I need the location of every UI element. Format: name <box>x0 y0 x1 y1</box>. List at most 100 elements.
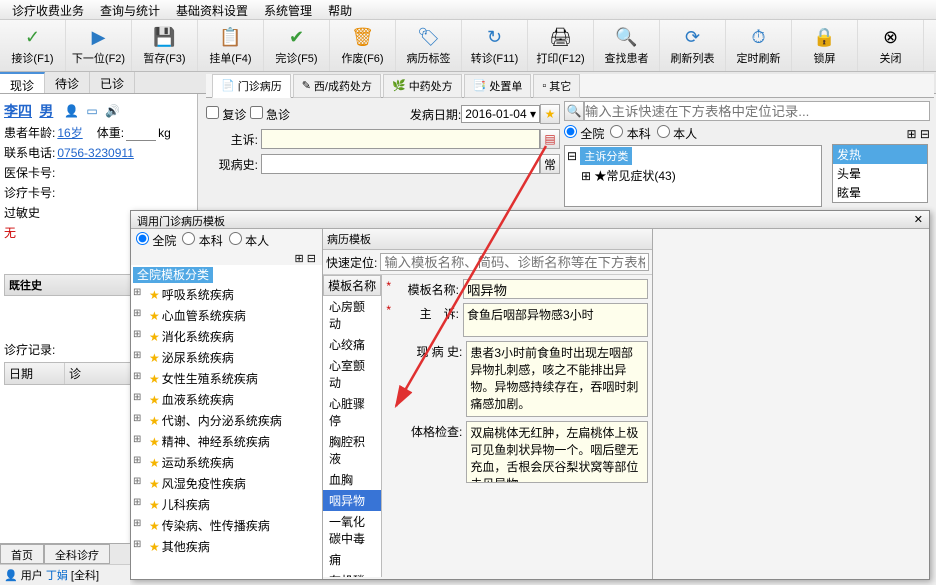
onset-label: 发病日期: <box>410 106 461 123</box>
template-item[interactable]: 血胸 <box>323 469 381 490</box>
toolbar-button[interactable]: 🏷病历标签 <box>396 20 462 71</box>
search-icon[interactable]: 🔍 <box>564 101 584 121</box>
menu-item[interactable]: 基础资料设置 <box>168 2 256 17</box>
toolbar-button[interactable]: 🗑作废(F6) <box>330 20 396 71</box>
toolbar-button[interactable]: 📋挂单(F4) <box>198 20 264 71</box>
tab-current[interactable]: 现诊 <box>0 72 45 93</box>
toolbar-button[interactable]: 🔍查找患者 <box>594 20 660 71</box>
category-item[interactable]: ★代谢、内分泌系统疾病 <box>131 410 322 431</box>
toolbar-icon: 📋 <box>219 26 243 50</box>
menu-item[interactable]: 诊疗收费业务 <box>4 2 92 17</box>
template-item[interactable]: 痈 <box>323 549 381 570</box>
urgent-checkbox[interactable]: 急诊 <box>250 106 290 123</box>
toolbar-button[interactable]: ▶下一位(F2) <box>66 20 132 71</box>
tree-toggle[interactable]: ⊞ ⊟ <box>131 252 322 265</box>
quickloc-input[interactable] <box>380 253 649 271</box>
toolbar-button[interactable]: 💾暂存(F3) <box>132 20 198 71</box>
quick-search-input[interactable] <box>584 101 930 121</box>
record-tab[interactable]: ✎西/成药处方 <box>293 74 381 98</box>
tab-dept[interactable]: 全科诊疗 <box>44 544 110 564</box>
dlg-scope-all[interactable]: 全院 <box>136 232 176 249</box>
expand-button[interactable]: ▤ <box>540 129 560 149</box>
col-date[interactable]: 日期 <box>5 363 65 384</box>
star-button[interactable]: ★ <box>540 104 560 124</box>
template-item[interactable]: 心脏骤停 <box>323 393 381 431</box>
tree-root-node[interactable]: 全院模板分类 <box>133 267 213 283</box>
tab-home[interactable]: 首页 <box>0 544 44 564</box>
template-item[interactable]: 一氧化碳中毒 <box>323 511 381 549</box>
col-template-name[interactable]: 模板名称 <box>323 275 381 296</box>
sound-icon[interactable]: 🔊 <box>105 104 120 118</box>
freq-button[interactable]: 常 <box>540 154 560 174</box>
template-item[interactable]: 心室颤动 <box>323 355 381 393</box>
toolbar-button[interactable]: ↻转诊(F11) <box>462 20 528 71</box>
tree-root[interactable]: 主诉分类 <box>580 147 632 165</box>
symptom-item[interactable]: 眩晕 <box>833 183 927 202</box>
tpl-name-input[interactable] <box>463 279 648 299</box>
card-icon[interactable]: ▭ <box>86 104 97 118</box>
record-tab[interactable]: 📄门诊病历 <box>212 74 291 98</box>
weight-input[interactable] <box>126 125 156 141</box>
category-item[interactable]: ★泌尿系统疾病 <box>131 347 322 368</box>
toolbar-label: 病历标签 <box>407 50 451 66</box>
toolbar-button[interactable]: 🖨打印(F12) <box>528 20 594 71</box>
category-item[interactable]: ★风湿免疫性疾病 <box>131 473 322 494</box>
toolbar-button[interactable]: ⟳刷新列表 <box>660 20 726 71</box>
category-tree[interactable]: 全院模板分类 ★呼吸系统疾病★心血管系统疾病★消化系统疾病★泌尿系统疾病★女性生… <box>131 265 322 579</box>
category-item[interactable]: ★儿科疾病 <box>131 494 322 515</box>
tpl-present-input[interactable] <box>466 341 648 417</box>
category-item[interactable]: ★传染病、性传播疾病 <box>131 515 322 536</box>
toolbar-button[interactable]: 🔒锁屏 <box>792 20 858 71</box>
symptom-item[interactable]: 头晕 <box>833 164 927 183</box>
category-item[interactable]: ★消化系统疾病 <box>131 326 322 347</box>
record-tab[interactable]: 📑处置单 <box>464 74 532 98</box>
chief-input[interactable] <box>261 129 540 149</box>
repeat-checkbox[interactable]: 复诊 <box>206 106 246 123</box>
star-icon: ★ <box>149 519 160 533</box>
menu-item[interactable]: 系统管理 <box>256 2 320 17</box>
category-item[interactable]: ★女性生殖系统疾病 <box>131 368 322 389</box>
symptom-item[interactable]: 发热 <box>833 145 927 164</box>
person-icon[interactable]: 👤 <box>64 104 79 118</box>
category-item[interactable]: ★呼吸系统疾病 <box>131 284 322 305</box>
category-item[interactable]: ★心血管系统疾病 <box>131 305 322 326</box>
template-item[interactable]: 咽异物 <box>323 490 381 511</box>
dlg-scope-self[interactable]: 本人 <box>229 232 269 249</box>
user-name[interactable]: 丁娟 <box>46 570 68 582</box>
dlg-scope-dept[interactable]: 本科 <box>182 232 222 249</box>
template-item[interactable]: 有机磷中毒 <box>323 570 381 577</box>
patient-name[interactable]: 李四 <box>4 101 32 121</box>
template-item[interactable]: 心绞痛 <box>323 334 381 355</box>
tpl-exam-input[interactable] <box>466 421 648 483</box>
chief-tree[interactable]: ⊟ 主诉分类 ⊞ ★常见症状(43) <box>564 145 822 207</box>
menu-item[interactable]: 帮助 <box>320 2 360 17</box>
scope-dept[interactable]: 本科 <box>610 125 650 142</box>
toolbar-button[interactable]: ⊗关闭 <box>858 20 924 71</box>
tpl-chief-input[interactable] <box>463 303 648 337</box>
toolbar-button[interactable]: ✔完诊(F5) <box>264 20 330 71</box>
template-item[interactable]: 胸腔积液 <box>323 431 381 469</box>
phone-value[interactable]: 0756-3230911 <box>57 146 134 160</box>
presenthist-input[interactable] <box>261 154 540 174</box>
category-item[interactable]: ★血液系统疾病 <box>131 389 322 410</box>
template-item[interactable]: 心房颤动 <box>323 296 381 334</box>
phone-label: 联系电话: <box>4 144 55 161</box>
tab-done[interactable]: 已诊 <box>90 72 135 93</box>
tree-child[interactable]: ★常见症状(43) <box>594 169 675 183</box>
scope-all[interactable]: 全院 <box>564 125 604 142</box>
record-tab[interactable]: ▫其它 <box>533 74 580 98</box>
toolbar-button[interactable]: ✓接诊(F1) <box>0 20 66 71</box>
onset-date[interactable]: 2016-01-04 ▾ <box>461 105 540 123</box>
template-list[interactable]: 心房颤动心绞痛心室颤动心脏骤停胸腔积液血胸咽异物一氧化碳中毒痈有机磷中毒支气管扩… <box>323 296 381 577</box>
category-item[interactable]: ★其他疾病 <box>131 536 322 557</box>
category-item[interactable]: ★运动系统疾病 <box>131 452 322 473</box>
user-label: 用户 <box>21 570 43 582</box>
close-icon[interactable]: ✕ <box>914 213 923 226</box>
toolbar-button[interactable]: ⏱定时刷新 <box>726 20 792 71</box>
scope-self[interactable]: 本人 <box>657 125 697 142</box>
category-item[interactable]: ★精神、神经系统疾病 <box>131 431 322 452</box>
tab-waiting[interactable]: 待诊 <box>45 72 90 93</box>
tree-toggle-icon[interactable]: ⊞ ⊟ <box>907 127 930 141</box>
menu-item[interactable]: 查询与统计 <box>92 2 168 17</box>
record-tab[interactable]: 🌿中药处方 <box>383 74 462 98</box>
